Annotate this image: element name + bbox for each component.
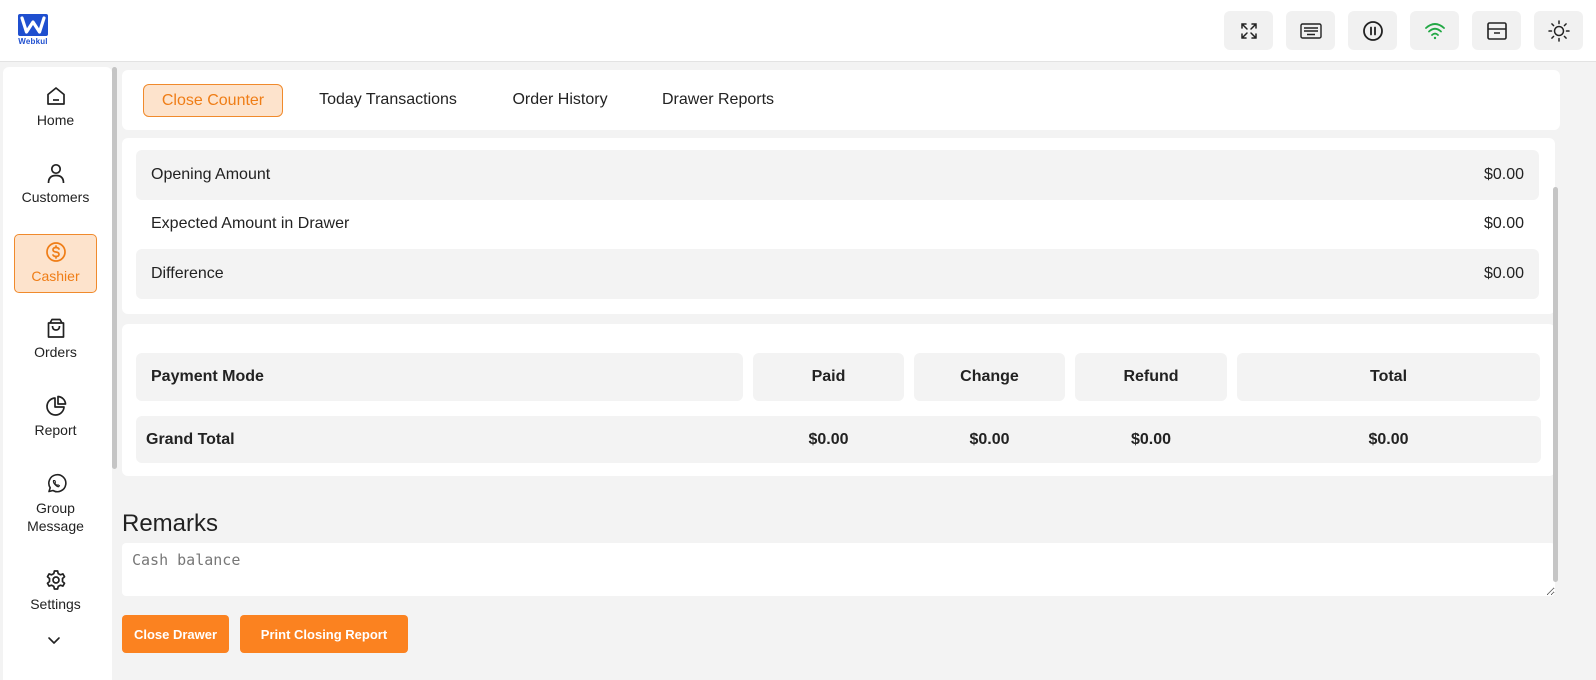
grand-total-total: $0.00	[1368, 431, 1409, 448]
summary-label: Difference	[151, 265, 224, 282]
logo-text: Webkul	[18, 37, 48, 46]
cash-drawer-button[interactable]	[1472, 11, 1521, 50]
column-header-refund: Refund	[1075, 353, 1227, 401]
tab-close-counter[interactable]: Close Counter	[143, 84, 283, 117]
theme-sun-icon	[1547, 19, 1570, 42]
content-scrollbar[interactable]	[1553, 187, 1558, 582]
webkul-logo[interactable]: Webkul	[16, 14, 50, 48]
top-actions	[1224, 11, 1583, 50]
sidebar-item-settings[interactable]: Settings	[14, 569, 97, 613]
summary-value: $0.00	[1483, 166, 1524, 183]
wifi-icon	[1424, 22, 1445, 39]
grand-total-paid: $0.00	[808, 431, 849, 448]
sidebar-item-group-message[interactable]: Group Message	[14, 473, 97, 535]
close-drawer-button[interactable]: Close Drawer	[122, 615, 229, 653]
sidebar-item-label: Cashier	[31, 268, 80, 284]
sidebar-item-label: Settings	[30, 596, 81, 612]
summary-value: $0.00	[1483, 215, 1524, 232]
summary-label: Expected Amount in Drawer	[151, 215, 350, 232]
remarks-input[interactable]	[122, 543, 1555, 596]
print-closing-report-button[interactable]: Print Closing Report	[240, 615, 408, 653]
top-bar: Webkul	[0, 0, 1596, 62]
summary-row-expected-amount: Expected Amount in Drawer $0.00	[136, 199, 1539, 249]
sidebar-item-label: Group Message	[27, 500, 84, 534]
remarks-heading: Remarks	[122, 510, 219, 537]
theme-toggle-button[interactable]	[1534, 11, 1583, 50]
summary-row-opening-amount: Opening Amount $0.00	[136, 150, 1539, 200]
grand-total-refund: $0.00	[1130, 431, 1172, 448]
column-header-payment-mode: Payment Mode	[136, 353, 743, 401]
summary-value: $0.00	[1483, 265, 1524, 282]
pause-button[interactable]	[1348, 11, 1397, 50]
tab-order-history[interactable]: Order History	[504, 84, 616, 117]
grand-total-row: Grand Total $0.00 $0.00 $0.00 $0.00	[136, 416, 1541, 463]
sidebar-item-label: Home	[36, 112, 75, 128]
gear-icon	[46, 570, 65, 590]
home-icon	[46, 87, 65, 105]
sidebar-scrollbar-thumb[interactable]	[112, 67, 117, 469]
tab-bar: Close Counter Today Transactions Order H…	[122, 70, 1560, 130]
chevron-down-icon[interactable]	[47, 636, 61, 645]
fullscreen-icon	[1240, 22, 1257, 39]
sidebar-item-cashier[interactable]: Cashier	[14, 234, 97, 293]
grand-total-label: Grand Total	[146, 431, 235, 448]
pie-chart-icon	[45, 395, 66, 416]
column-header-change: Change	[914, 353, 1065, 401]
sidebar-item-customers[interactable]: Customers	[14, 162, 97, 206]
column-header-paid: Paid	[753, 353, 904, 401]
tab-today-transactions[interactable]: Today Transactions	[312, 84, 464, 117]
summary-label: Opening Amount	[151, 166, 271, 183]
sidebar-item-home[interactable]: Home	[14, 85, 97, 129]
sidebar-item-label: Orders	[34, 344, 77, 360]
summary-row-difference: Difference $0.00	[136, 249, 1539, 299]
user-icon	[47, 163, 64, 184]
grand-total-change: $0.00	[969, 431, 1010, 448]
connection-status-button[interactable]	[1410, 11, 1459, 50]
sidebar-scrollbar[interactable]	[112, 67, 117, 680]
keyboard-icon	[1299, 22, 1322, 39]
whatsapp-icon	[47, 473, 67, 493]
logo-mark-icon	[18, 14, 48, 36]
sidebar-item-orders[interactable]: Orders	[14, 317, 97, 361]
sidebar-item-report[interactable]: Report	[14, 395, 97, 439]
pause-icon	[1362, 20, 1383, 41]
sidebar-item-label: Report	[34, 422, 77, 438]
payment-table: Payment Mode Paid Change Refund Total Gr…	[122, 324, 1555, 476]
drawer-summary: Opening Amount $0.00 Expected Amount in …	[122, 138, 1555, 314]
tab-drawer-reports[interactable]: Drawer Reports	[658, 84, 778, 117]
sidebar: Home Customers Cashier Orders Report Gro…	[3, 67, 112, 680]
sidebar-item-label: Customers	[21, 189, 90, 205]
dollar-coin-icon	[45, 242, 66, 262]
fullscreen-button[interactable]	[1224, 11, 1273, 50]
shopping-bag-icon	[47, 318, 64, 338]
drawer-icon	[1486, 21, 1507, 40]
keyboard-button[interactable]	[1286, 11, 1335, 50]
column-header-total: Total	[1237, 353, 1540, 401]
